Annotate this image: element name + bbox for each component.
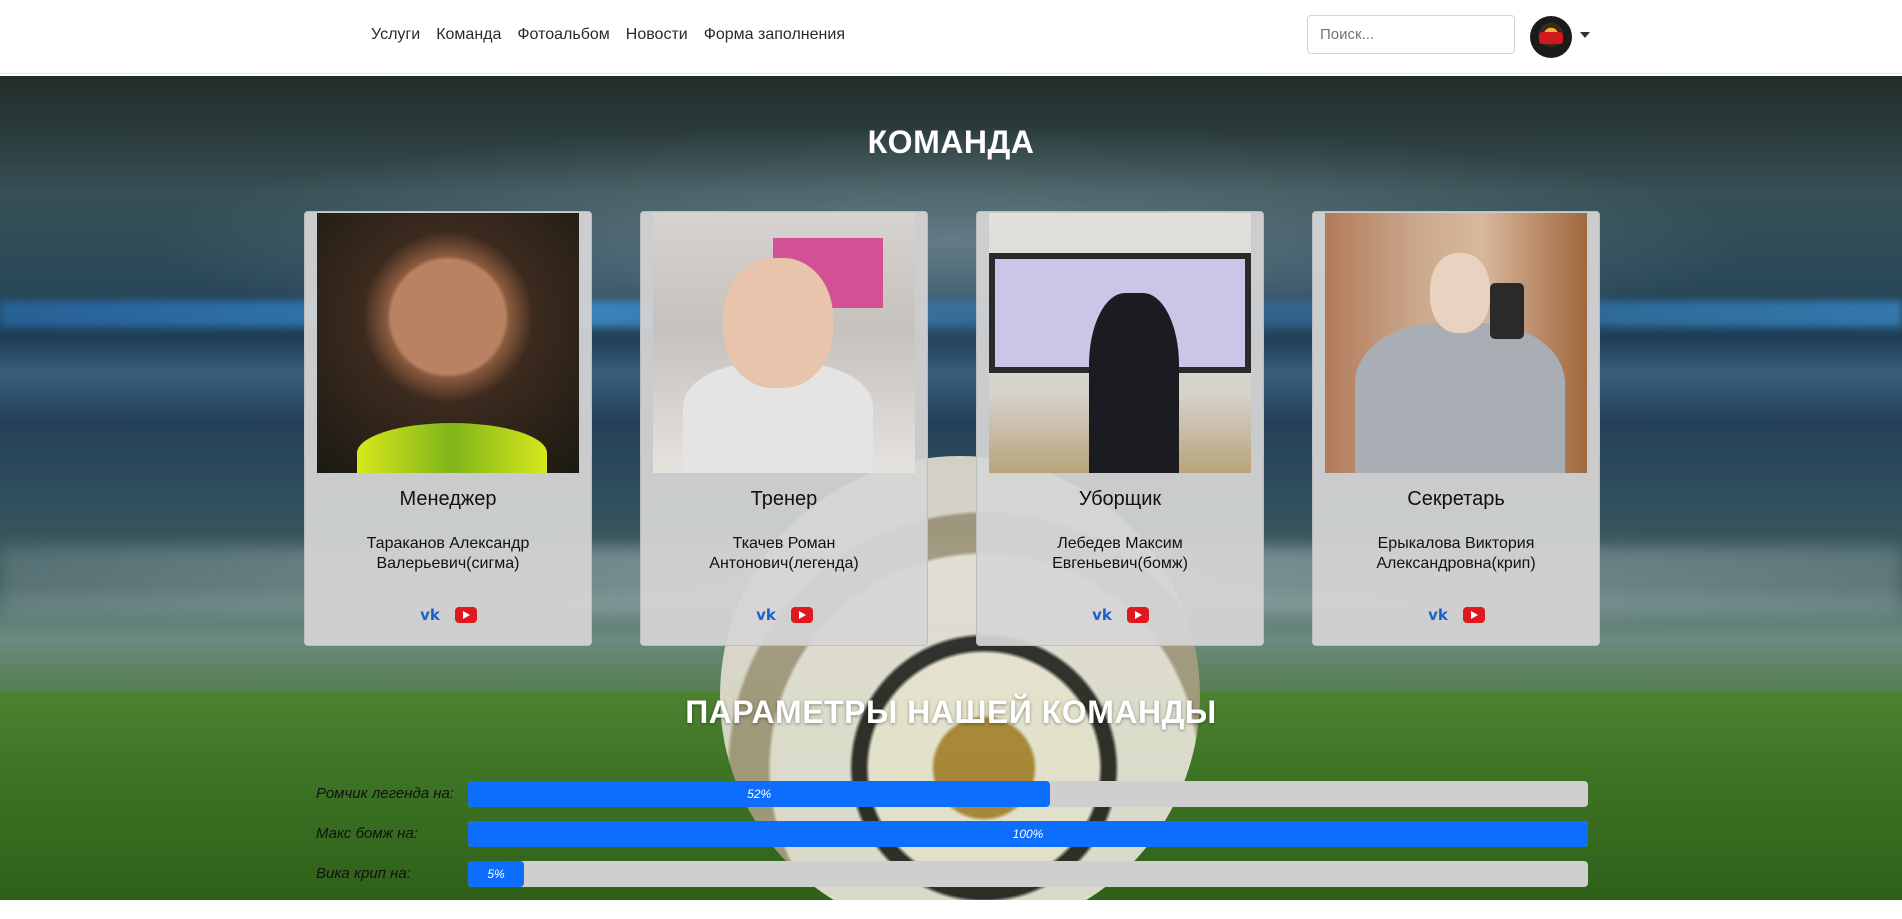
team-card: Секретарь Ерыкалова Виктория Александров… xyxy=(1312,211,1600,646)
nav-link-team[interactable]: Команда xyxy=(436,26,501,44)
youtube-icon[interactable] xyxy=(455,607,477,623)
team-card: Уборщик Лебедев Максим Евгеньевич(бомж) … xyxy=(976,211,1264,646)
nav-link-news[interactable]: Новости xyxy=(626,26,688,44)
avatar-image xyxy=(1539,32,1563,44)
progress-track: 100% xyxy=(468,821,1588,847)
progress-label: Вика крип на: xyxy=(316,865,411,882)
vk-icon[interactable]: vk xyxy=(1427,607,1449,623)
member-photo xyxy=(653,213,915,473)
team-card: Тренер Ткачев Роман Антонович(легенда) v… xyxy=(640,211,928,646)
progress-track: 5% xyxy=(468,861,1588,887)
progress-track: 52% xyxy=(468,781,1588,807)
progress-label: Макс бомж на: xyxy=(316,825,418,842)
team-title: КОМАНДА xyxy=(867,124,1035,160)
member-name: Ткачев Роман Антонович(легенда) xyxy=(709,535,859,572)
member-name: Лебедев Максим Евгеньевич(бомж) xyxy=(1052,535,1188,572)
avatar[interactable] xyxy=(1530,16,1572,58)
search-input[interactable] xyxy=(1307,15,1515,54)
params-title: ПАРАМЕТРЫ НАШЕЙ КОМАНДЫ xyxy=(685,694,1217,730)
member-role: Секретарь xyxy=(1407,488,1505,510)
nav-links: Услуги Команда Фотоальбом Новости Форма … xyxy=(371,26,845,44)
social-links: vk xyxy=(641,607,927,623)
nav-link-form[interactable]: Форма заполнения xyxy=(704,26,845,44)
progress-label: Ромчик легенда на: xyxy=(316,785,455,802)
progress-value: 5% xyxy=(487,867,505,881)
member-photo xyxy=(317,213,579,473)
team-card: Менеджер Тараканов Александр Валерьевич(… xyxy=(304,211,592,646)
member-name: Ерыкалова Виктория Александровна(крип) xyxy=(1376,535,1536,572)
social-links: vk xyxy=(977,607,1263,623)
member-photo xyxy=(989,213,1251,473)
member-role: Менеджер xyxy=(399,488,497,510)
progress-row: Вика крип на: 5% xyxy=(316,861,1588,887)
member-role: Тренер xyxy=(750,488,818,510)
hero-section: КОМАНДА Менеджер Тараканов Александр Вал… xyxy=(0,76,1902,900)
social-links: vk xyxy=(305,607,591,623)
progress-row: Ромчик легенда на: 52% xyxy=(316,781,1588,807)
vk-icon[interactable]: vk xyxy=(755,607,777,623)
stadium-band xyxy=(0,301,1902,327)
progress-value: 52% xyxy=(747,787,772,801)
youtube-icon[interactable] xyxy=(1127,607,1149,623)
progress-fill: 100% xyxy=(468,821,1588,847)
social-links: vk xyxy=(1313,607,1599,623)
nav-link-services[interactable]: Услуги xyxy=(371,26,420,44)
nav-link-photoalbum[interactable]: Фотоальбом xyxy=(517,26,609,44)
progress-fill: 5% xyxy=(468,861,524,887)
progress-fill: 52% xyxy=(468,781,1051,807)
member-photo xyxy=(1325,213,1587,473)
progress-value: 100% xyxy=(1012,827,1044,841)
navbar: Услуги Команда Фотоальбом Новости Форма … xyxy=(0,0,1902,74)
member-name: Тараканов Александр Валерьевич(сигма) xyxy=(366,535,530,572)
youtube-icon[interactable] xyxy=(791,607,813,623)
progress-row: Макс бомж на: 100% xyxy=(316,821,1588,847)
chevron-down-icon[interactable] xyxy=(1580,32,1590,38)
vk-icon[interactable]: vk xyxy=(1091,607,1113,623)
member-role: Уборщик xyxy=(1078,488,1162,510)
vk-icon[interactable]: vk xyxy=(419,607,441,623)
youtube-icon[interactable] xyxy=(1463,607,1485,623)
